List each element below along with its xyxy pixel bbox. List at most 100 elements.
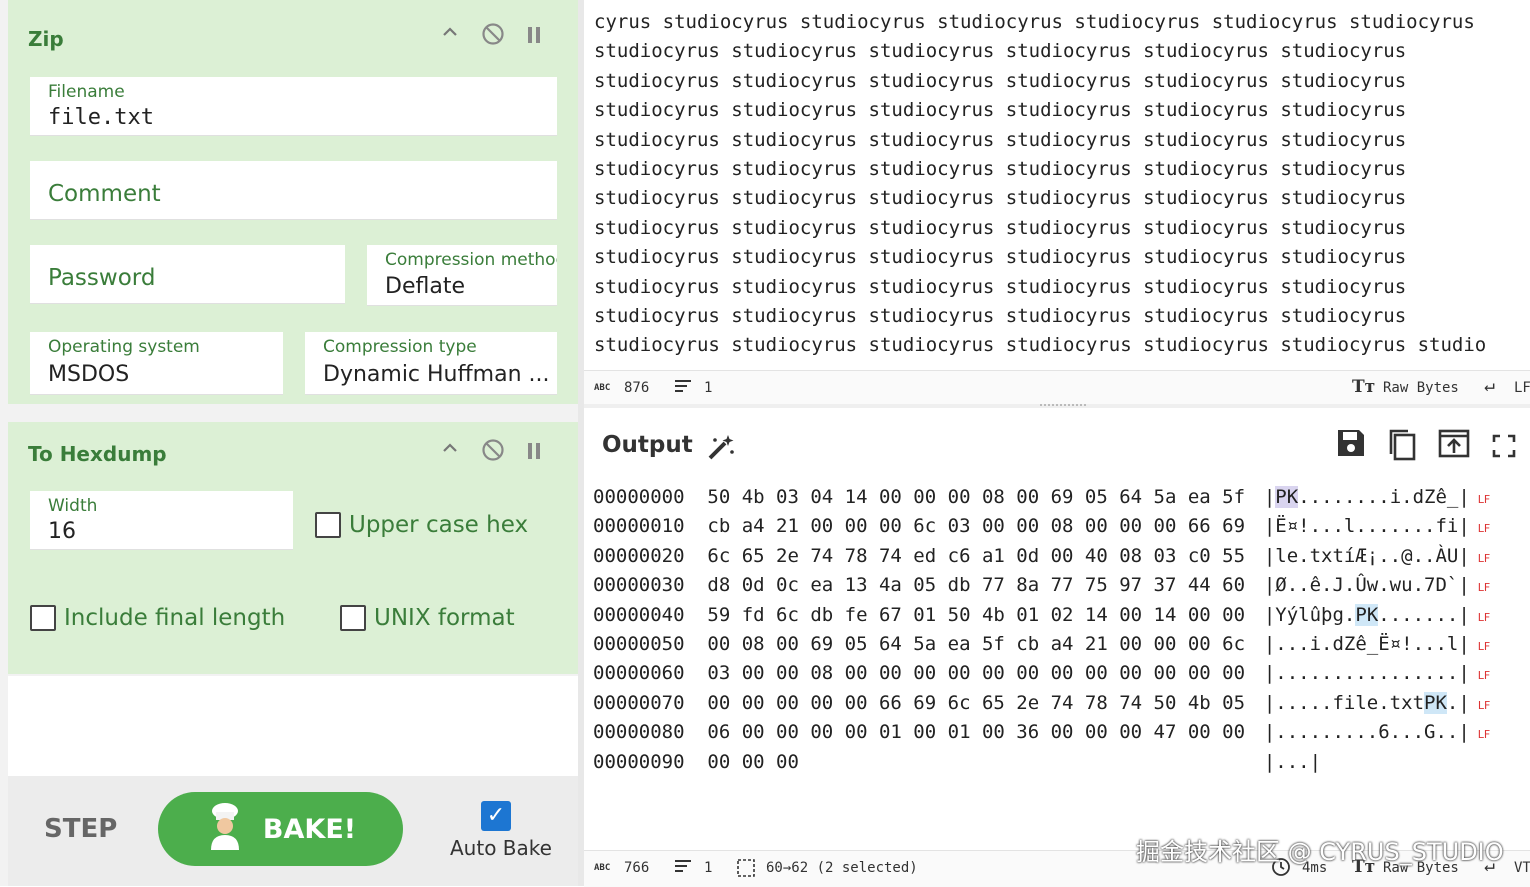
pause-icon[interactable] xyxy=(526,441,542,466)
checkbox-box[interactable] xyxy=(30,605,56,631)
recipe-empty-area xyxy=(8,676,578,776)
input-line: studiocyrus studiocyrus studiocyrus stud… xyxy=(594,40,1407,63)
checkbox-box[interactable] xyxy=(340,605,366,631)
output-hexdump[interactable]: 00000000 50 4b 03 04 14 00 00 00 08 00 6… xyxy=(584,486,1530,848)
compression-method-select[interactable]: Compression method Deflate xyxy=(367,245,557,306)
hex-ascii: le.txtíÆ¡..@..ÀU xyxy=(1275,545,1458,567)
collapse-icon[interactable] xyxy=(440,438,460,464)
input-line: studiocyrus studiocyrus studiocyrus stud… xyxy=(594,158,1407,181)
filename-field[interactable]: Filename file.txt xyxy=(30,77,557,136)
hex-bytes: 6c 65 2e 74 78 74 ed c6 a1 0d 00 40 08 0… xyxy=(707,544,1246,567)
abc-icon: ABC xyxy=(594,383,611,393)
input-encoding[interactable]: Raw Bytes xyxy=(1383,380,1459,396)
ascii-text: .....file.txt xyxy=(1275,691,1425,714)
hex-offset: 00000010 xyxy=(593,515,685,538)
ascii-highlight: PK xyxy=(1275,486,1299,508)
compression-method-value: Deflate xyxy=(385,274,465,299)
disable-icon[interactable] xyxy=(481,438,505,468)
include-final-length-checkbox[interactable]: Include final length xyxy=(30,605,285,631)
operating-system-select[interactable]: Operating system MSDOS xyxy=(30,332,283,395)
copy-icon[interactable] xyxy=(1386,428,1418,466)
pause-icon[interactable] xyxy=(526,25,542,50)
magic-wand-icon[interactable] xyxy=(706,432,736,466)
hex-ascii: Yýlûþg.PK....... xyxy=(1275,603,1459,626)
ascii-text: ... xyxy=(1275,750,1310,773)
hex-bytes: 03 00 00 08 00 00 00 00 00 00 00 00 00 0… xyxy=(707,662,1246,685)
hexdump-row: 00000070 00 00 00 00 00 66 69 6c 65 2e 7… xyxy=(593,691,1491,714)
step-button[interactable]: STEP xyxy=(44,814,117,844)
input-line: studiocyrus studiocyrus studiocyrus stud… xyxy=(594,216,1407,239)
eol-icon[interactable]: ↵ xyxy=(1484,375,1495,396)
width-field[interactable]: Width 16 xyxy=(30,491,293,550)
hex-ascii: .....file.txtPK. xyxy=(1275,691,1458,714)
hexdump-row: 00000090 00 00 00 |...| xyxy=(593,750,1322,773)
lf-marker: LF xyxy=(1477,640,1491,653)
compression-type-value: Dynamic Huffman ... xyxy=(323,362,550,387)
lf-marker: LF xyxy=(1477,698,1491,712)
ascii-text: ...i.dZê_Ë¤!...l xyxy=(1275,633,1459,655)
ascii-text: Ë¤!...l.......fi xyxy=(1275,515,1459,538)
hex-ascii: PK........i.dZê_ xyxy=(1275,486,1458,508)
compression-type-label: Compression type xyxy=(323,337,477,357)
unix-format-checkbox[interactable]: UNIX format xyxy=(340,605,515,631)
unix-format-label: UNIX format xyxy=(374,605,515,631)
hex-bytes: 00 08 00 69 05 64 5a ea 5f cb a4 21 00 0… xyxy=(707,633,1246,655)
ascii-text: .........6...G.. xyxy=(1275,721,1459,744)
hex-offset: 00000040 xyxy=(593,603,685,626)
output-title: Output xyxy=(602,432,693,458)
lines-icon xyxy=(674,857,692,879)
input-text[interactable]: cyrus studiocyrus studiocyrus studiocyru… xyxy=(594,8,1486,361)
hex-offset: 00000090 xyxy=(593,750,685,773)
hexdump-operation: To Hexdump Width 16 Upper case hex Inclu… xyxy=(8,422,578,674)
input-lines: 1 xyxy=(704,380,713,396)
input-eol[interactable]: LF xyxy=(1514,380,1530,396)
hex-bytes: d8 0d 0c ea 13 4a 05 db 77 8a 77 75 97 3… xyxy=(707,574,1246,597)
hex-bytes: 50 4b 03 04 14 00 00 00 08 00 69 05 64 5… xyxy=(707,486,1246,508)
hex-bytes: 00 00 00 xyxy=(707,750,799,773)
lf-marker: LF xyxy=(1477,581,1491,595)
input-line: studiocyrus studiocyrus studiocyrus stud… xyxy=(594,305,1407,328)
compression-type-select[interactable]: Compression type Dynamic Huffman ... xyxy=(305,332,557,395)
output-selection: 60→62 (2 selected) xyxy=(766,860,918,876)
replace-input-icon[interactable] xyxy=(1438,428,1470,462)
input-area[interactable]: cyrus studiocyrus studiocyrus studiocyru… xyxy=(584,0,1530,370)
recipe-controls: STEP BAKE! ✓ Auto Bake xyxy=(8,776,578,886)
password-field[interactable]: Password xyxy=(30,245,345,304)
compression-method-label: Compression method xyxy=(385,250,557,270)
collapse-icon[interactable] xyxy=(440,22,460,48)
input-length: 876 xyxy=(624,380,650,396)
disable-icon[interactable] xyxy=(481,22,505,52)
input-line: studiocyrus studiocyrus studiocyrus stud… xyxy=(594,187,1407,210)
ascii-text: ........i.dZê_ xyxy=(1298,486,1459,508)
auto-bake-checkbox[interactable]: ✓ xyxy=(481,801,511,831)
output-eol[interactable]: VT xyxy=(1514,860,1530,876)
save-icon[interactable] xyxy=(1336,428,1366,462)
hex-offset: 00000000 xyxy=(593,486,685,508)
hex-bytes: 00 00 00 00 00 66 69 6c 65 2e 74 78 74 5… xyxy=(707,691,1246,714)
input-line: studiocyrus studiocyrus studiocyrus stud… xyxy=(594,69,1407,92)
hexdump-row: 00000000 50 4b 03 04 14 00 00 00 08 00 6… xyxy=(593,486,1491,508)
comment-field[interactable]: Comment xyxy=(30,161,557,220)
checkbox-box[interactable] xyxy=(315,512,341,538)
lf-marker: LF xyxy=(1477,669,1491,683)
bake-button[interactable]: BAKE! xyxy=(158,792,403,866)
hex-ascii: Ø..ê.J.Ûw.wu.7D` xyxy=(1275,574,1458,596)
filename-value: file.txt xyxy=(48,105,154,130)
recipe-panel: Zip Filename file.txt Comment Password C… xyxy=(0,0,583,886)
font-icon[interactable]: Tт xyxy=(1352,377,1375,397)
maximize-icon[interactable] xyxy=(1492,434,1516,462)
hex-ascii: .........6...G.. xyxy=(1275,721,1458,743)
ascii-text: ....... xyxy=(1378,603,1459,626)
hex-offset: 00000080 xyxy=(593,721,685,744)
input-status-bar: ABC 876 1 Tт Raw Bytes ↵ LF xyxy=(584,370,1530,405)
ascii-text: Yýlûþg. xyxy=(1275,603,1356,626)
ascii-text: le.txtíÆ¡..@..ÀU xyxy=(1275,544,1459,567)
lf-marker: LF xyxy=(1477,610,1491,624)
hex-ascii: ................ xyxy=(1275,662,1458,684)
operating-system-label: Operating system xyxy=(48,337,200,357)
hexdump-row: 00000050 00 08 00 69 05 64 5a ea 5f cb a… xyxy=(593,633,1491,655)
lf-marker: LF xyxy=(1477,728,1491,742)
upper-case-hex-checkbox[interactable]: Upper case hex xyxy=(315,512,528,538)
hex-bytes: cb a4 21 00 00 00 6c 03 00 00 08 00 00 0… xyxy=(707,515,1246,538)
zip-title: Zip xyxy=(28,27,64,51)
